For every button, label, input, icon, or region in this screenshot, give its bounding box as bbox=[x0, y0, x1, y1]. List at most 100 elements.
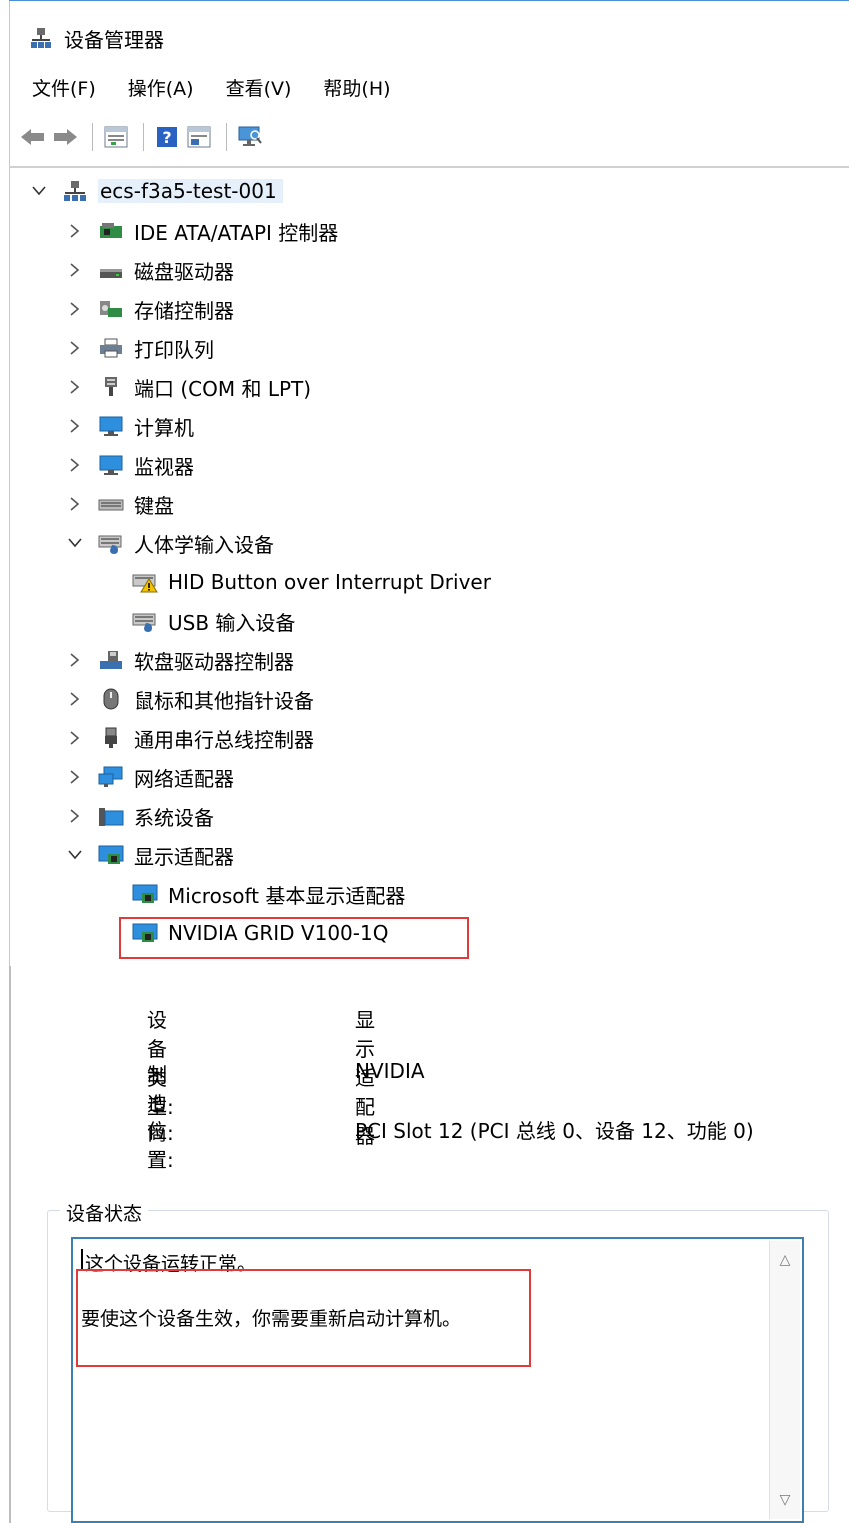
display-adapter-icon bbox=[132, 883, 158, 905]
tree-item-microsoft-basic-display[interactable]: Microsoft 基本显示适配器 bbox=[132, 875, 405, 913]
tree-item-hid[interactable]: 人体学输入设备 bbox=[66, 524, 274, 562]
toolbar-separator bbox=[143, 123, 144, 151]
tree-item-network-adapters[interactable]: 网络适配器 bbox=[66, 758, 234, 796]
tree-item-label: 软盘驱动器控制器 bbox=[134, 649, 294, 674]
tree-item-label: IDE ATA/ATAPI 控制器 bbox=[134, 220, 339, 245]
svg-text:?: ? bbox=[162, 128, 171, 147]
chevron-right-icon[interactable] bbox=[66, 339, 84, 357]
usb-icon bbox=[98, 727, 124, 749]
mouse-icon bbox=[98, 688, 124, 710]
properties-icon[interactable] bbox=[103, 124, 129, 150]
toolbar-separator bbox=[226, 123, 227, 151]
tree-item-usb-input-device[interactable]: USB 输入设备 bbox=[132, 602, 295, 640]
tree-item-label: 显示适配器 bbox=[134, 844, 234, 869]
tree-item-ports[interactable]: 端口 (COM 和 LPT) bbox=[66, 368, 311, 406]
tree-item-label: USB 输入设备 bbox=[168, 610, 296, 635]
forward-arrow-icon[interactable] bbox=[52, 124, 78, 150]
tree-item-disk-drives[interactable]: 磁盘驱动器 bbox=[66, 251, 234, 289]
tree-item-floppy-controllers[interactable]: 软盘驱动器控制器 bbox=[66, 641, 294, 679]
menu-file[interactable]: 文件(F) bbox=[32, 74, 96, 104]
scroll-up-icon[interactable]: △ bbox=[770, 1245, 800, 1275]
tree-item-label: HID Button over Interrupt Driver bbox=[168, 570, 491, 594]
tree-item-label: 系统设备 bbox=[134, 805, 214, 830]
printer-icon bbox=[98, 337, 124, 359]
tree-item-label: 计算机 bbox=[134, 415, 194, 440]
help-icon[interactable]: ? bbox=[154, 124, 180, 150]
tree-item-label: 键盘 bbox=[134, 493, 174, 518]
tree-item-display-adapters[interactable]: 显示适配器 bbox=[66, 836, 234, 874]
tree-item-label: 人体学输入设备 bbox=[134, 532, 274, 557]
location-value: PCI Slot 12 (PCI 总线 0、设备 12、功能 0) bbox=[355, 1119, 754, 1143]
tree-item-keyboards[interactable]: 键盘 bbox=[66, 485, 174, 523]
chevron-right-icon[interactable] bbox=[66, 495, 84, 513]
tree-item-label: 端口 (COM 和 LPT) bbox=[134, 376, 312, 401]
update-driver-icon[interactable] bbox=[186, 124, 212, 150]
port-icon bbox=[98, 376, 124, 398]
chevron-right-icon[interactable] bbox=[66, 222, 84, 240]
tree-root-label: ecs-f3a5-test-001 bbox=[98, 179, 283, 203]
tree-item-label: 打印队列 bbox=[134, 337, 214, 362]
status-scrollbar[interactable]: △ ▽ bbox=[769, 1241, 800, 1519]
chevron-right-icon[interactable] bbox=[66, 729, 84, 747]
tree-item-mice[interactable]: 鼠标和其他指针设备 bbox=[66, 680, 314, 718]
display-adapter-icon bbox=[98, 844, 124, 866]
ide-controller-icon bbox=[98, 220, 124, 242]
tree-item-storage-controllers[interactable]: 存储控制器 bbox=[66, 290, 234, 328]
system-devices-icon bbox=[98, 805, 124, 827]
keyboard-icon bbox=[98, 493, 124, 515]
menu-help[interactable]: 帮助(H) bbox=[323, 74, 390, 104]
window-left-border bbox=[9, 0, 10, 966]
text-caret bbox=[81, 1249, 83, 1271]
device-manager-app-icon bbox=[30, 27, 52, 49]
chevron-down-icon[interactable] bbox=[66, 534, 84, 552]
storage-controller-icon bbox=[98, 298, 124, 320]
tree-root[interactable]: ecs-f3a5-test-001 bbox=[30, 172, 283, 210]
toolbar: ? bbox=[20, 118, 269, 156]
tree-item-label: 网络适配器 bbox=[134, 766, 234, 791]
tree-item-ide-controller[interactable]: IDE ATA/ATAPI 控制器 bbox=[66, 212, 338, 250]
title-bar: 设备管理器 bbox=[30, 20, 164, 56]
chevron-down-icon[interactable] bbox=[30, 182, 48, 200]
device-manager-window: 设备管理器 文件(F) 操作(A) 查看(V) 帮助(H) ? ecs-f3a5… bbox=[0, 0, 849, 966]
device-status-title: 设备状态 bbox=[60, 1199, 149, 1226]
floppy-controller-icon bbox=[98, 649, 124, 671]
toolbar-separator bbox=[92, 123, 93, 151]
chevron-right-icon[interactable] bbox=[66, 378, 84, 396]
chevron-right-icon[interactable] bbox=[66, 651, 84, 669]
tree-item-computer[interactable]: 计算机 bbox=[66, 407, 194, 445]
scroll-down-icon[interactable]: ▽ bbox=[770, 1485, 800, 1515]
hid-icon bbox=[132, 610, 158, 632]
network-adapter-icon bbox=[98, 766, 124, 788]
computer-icon bbox=[98, 415, 124, 437]
tree-item-label: 通用串行总线控制器 bbox=[134, 727, 314, 752]
menu-action[interactable]: 操作(A) bbox=[128, 74, 194, 104]
tree-item-monitors[interactable]: 监视器 bbox=[66, 446, 194, 484]
status-highlight-box bbox=[76, 1269, 531, 1367]
location-label: 位置: bbox=[147, 1119, 174, 1172]
menu-view[interactable]: 查看(V) bbox=[226, 74, 292, 104]
tree-item-system-devices[interactable]: 系统设备 bbox=[66, 797, 214, 835]
tree-item-label: 鼠标和其他指针设备 bbox=[134, 688, 314, 713]
chevron-right-icon[interactable] bbox=[66, 300, 84, 318]
tree-item-usb-controllers[interactable]: 通用串行总线控制器 bbox=[66, 719, 314, 757]
menu-bar: 文件(F) 操作(A) 查看(V) 帮助(H) bbox=[32, 74, 423, 104]
monitor-icon bbox=[98, 454, 124, 476]
chevron-right-icon[interactable] bbox=[66, 690, 84, 708]
tree-item-hid-button-driver[interactable]: HID Button over Interrupt Driver bbox=[132, 563, 491, 601]
window-title: 设备管理器 bbox=[64, 27, 164, 52]
chevron-right-icon[interactable] bbox=[66, 456, 84, 474]
scan-hardware-icon[interactable] bbox=[237, 124, 263, 150]
back-arrow-icon[interactable] bbox=[20, 124, 46, 150]
hid-warning-icon bbox=[132, 571, 158, 593]
tree-item-label: Microsoft 基本显示适配器 bbox=[168, 883, 406, 908]
manufacturer-value: NVIDIA bbox=[355, 1059, 425, 1083]
chevron-right-icon[interactable] bbox=[66, 261, 84, 279]
chevron-down-icon[interactable] bbox=[66, 846, 84, 864]
tree-item-label: 监视器 bbox=[134, 454, 194, 479]
chevron-right-icon[interactable] bbox=[66, 768, 84, 786]
window-top-border bbox=[9, 0, 849, 1]
tree-item-print-queues[interactable]: 打印队列 bbox=[66, 329, 214, 367]
chevron-right-icon[interactable] bbox=[66, 417, 84, 435]
panel-left-border bbox=[9, 966, 11, 1523]
chevron-right-icon[interactable] bbox=[66, 807, 84, 825]
